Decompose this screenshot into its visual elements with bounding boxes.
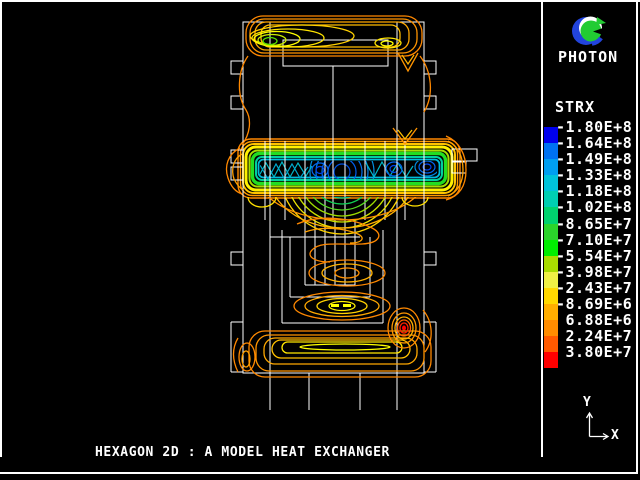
side-ports bbox=[231, 61, 477, 372]
contour-top-blob bbox=[246, 16, 422, 71]
hotspot bbox=[388, 308, 420, 348]
legend-title: STRX bbox=[555, 98, 595, 116]
frame-bottom bbox=[0, 472, 638, 474]
oval-set-upper bbox=[309, 260, 385, 286]
frame-right bbox=[636, 0, 638, 474]
axis-arrows-icon bbox=[580, 408, 616, 444]
wireframe bbox=[231, 22, 477, 410]
legend-label: -8.65E+7 bbox=[556, 216, 632, 233]
app-name: PHOTON bbox=[558, 48, 618, 66]
frame-top bbox=[0, 0, 640, 2]
photon-window: PHOTON STRX -1.80E+8-1.64E+8-1.49E+8-1.3… bbox=[0, 0, 640, 480]
panel-divider bbox=[541, 0, 543, 457]
left-streamer bbox=[239, 56, 249, 145]
oval-set-lower bbox=[294, 292, 390, 320]
photon-logo-icon bbox=[570, 12, 610, 52]
plot-caption: HEXAGON 2D : A MODEL HEAT EXCHANGER bbox=[95, 445, 390, 460]
color-legend: -1.80E+8-1.64E+8-1.49E+8-1.33E+8-1.18E+8… bbox=[544, 127, 636, 368]
legend-label: -1.02E+8 bbox=[556, 199, 632, 216]
legend-entry: 3.80E+7 bbox=[544, 352, 636, 368]
bottom-legs bbox=[270, 373, 397, 410]
right-streamer bbox=[420, 56, 430, 112]
frame-left bbox=[0, 0, 2, 457]
legend-label: 3.80E+7 bbox=[556, 344, 632, 361]
